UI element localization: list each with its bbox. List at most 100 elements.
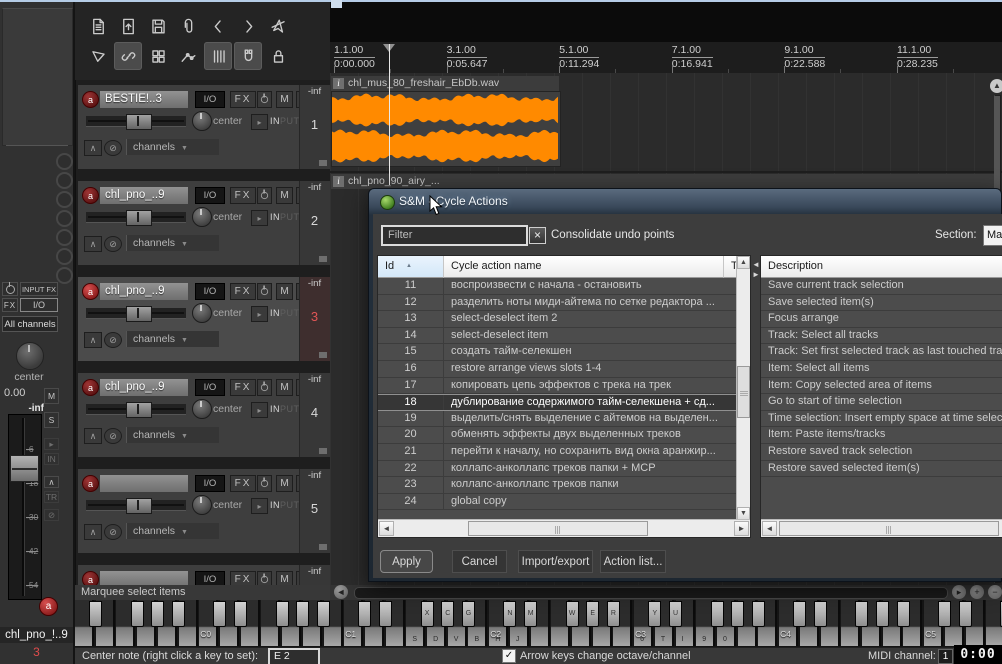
scroll-right-icon[interactable]: ►: [734, 521, 749, 536]
pane-splitter[interactable]: ◄►: [752, 260, 760, 290]
piano-key-black[interactable]: Y: [648, 601, 661, 627]
media-item-label[interactable]: ichl_pno_90_airy_...: [331, 174, 995, 189]
apply-button[interactable]: Apply: [380, 550, 433, 573]
mixer-power-button[interactable]: [2, 282, 18, 296]
midi-channel-value[interactable]: 1: [938, 649, 953, 664]
phase-icon[interactable]: ⊘: [104, 428, 122, 444]
channels-dropdown[interactable]: channels▼: [126, 139, 219, 155]
track-volume-slider[interactable]: [86, 500, 186, 511]
arrange-scroll-up-icon[interactable]: ▲: [990, 79, 1002, 93]
mixer-btn2-button[interactable]: ▸: [44, 438, 59, 450]
table-vertical-scrollbar[interactable]: ▲ ▼: [736, 256, 750, 520]
table-horizontal-scrollbar[interactable]: ◄ ►: [378, 519, 750, 537]
marquee-funnel-button[interactable]: [84, 42, 112, 70]
volume-slider-handle[interactable]: [126, 402, 152, 418]
piano-key-black[interactable]: [131, 601, 144, 627]
hscroll-thumb[interactable]: [468, 521, 648, 536]
mixer-in-button[interactable]: IN: [44, 453, 59, 465]
track-pan-knob[interactable]: [192, 207, 212, 227]
filter-input[interactable]: Filter: [381, 225, 528, 246]
piano-key-black[interactable]: U: [669, 601, 682, 627]
track-volume-slider[interactable]: [86, 116, 186, 127]
track-volume-slider[interactable]: [86, 404, 186, 415]
piano-key-black[interactable]: G: [462, 601, 475, 627]
piano-key-black[interactable]: [89, 601, 102, 627]
mixer-btn4-button[interactable]: ∧: [44, 476, 59, 488]
track-fx-power-button[interactable]: [257, 283, 272, 300]
piano-key-black[interactable]: M: [524, 601, 537, 627]
monitor-icon[interactable]: ▸: [251, 402, 268, 418]
action-row[interactable]: 20обменять эффекты двух выделенных треко…: [378, 427, 737, 444]
piano-key-black[interactable]: [172, 601, 185, 627]
channels-dropdown[interactable]: channels▼: [126, 427, 219, 443]
section-dropdown[interactable]: Ma: [983, 225, 1002, 246]
description-row[interactable]: Focus arrange: [761, 311, 1002, 328]
track-name[interactable]: [100, 475, 188, 492]
link-chain-button[interactable]: [114, 42, 142, 70]
track-fx-button[interactable]: FX: [230, 475, 256, 492]
mixer-channels-button[interactable]: All channels: [2, 316, 58, 332]
scroll-left-icon[interactable]: ◄: [334, 585, 348, 599]
track-pan-knob[interactable]: [192, 303, 212, 323]
track-volume-slider[interactable]: [86, 212, 186, 223]
mixer-fader-handle[interactable]: [10, 455, 39, 482]
monitor-icon[interactable]: ▸: [251, 114, 268, 130]
piano-key-black[interactable]: [731, 601, 744, 627]
mixer-tr-button[interactable]: TR: [44, 491, 59, 503]
mixer-pan-knob[interactable]: [16, 342, 44, 370]
fold-up-icon[interactable]: ∧: [84, 524, 102, 540]
track-io-button[interactable]: I/O: [195, 187, 225, 204]
action-list-button[interactable]: Action list...: [600, 550, 666, 573]
track-name[interactable]: [100, 571, 188, 585]
hscroll-thumb[interactable]: [779, 521, 999, 536]
track-panel-5[interactable]: aI/OFXMScenter▸INPUT∧⊘channels▼: [78, 469, 299, 553]
piano-key-black[interactable]: X: [421, 601, 434, 627]
monitor-icon[interactable]: ▸: [251, 306, 268, 322]
record-arm-icon[interactable]: a: [82, 283, 99, 300]
file-save-button[interactable]: [144, 12, 172, 40]
midi-horizontal-scrollbar[interactable]: [354, 587, 948, 599]
mixer-btn6-button[interactable]: ⊘: [44, 509, 59, 521]
piano-key-black[interactable]: [151, 601, 164, 627]
magnet-snap-button[interactable]: [234, 42, 262, 70]
scroll-left-icon[interactable]: ◄: [379, 521, 394, 536]
zoom-out-icon[interactable]: −: [988, 585, 1002, 599]
description-row[interactable]: Restore saved selected item(s): [761, 461, 1002, 478]
channels-dropdown[interactable]: channels▼: [126, 523, 219, 539]
action-row[interactable]: 18дублирование содержимого тайм-селекшен…: [378, 394, 737, 411]
cancel-button[interactable]: Cancel: [452, 550, 507, 573]
track-mute-button[interactable]: M: [276, 187, 293, 204]
piano-key-black[interactable]: [959, 601, 972, 627]
cursor-off-button[interactable]: [264, 12, 292, 40]
piano-key-black[interactable]: W: [566, 601, 579, 627]
piano-key-black[interactable]: E: [586, 601, 599, 627]
arrow-keys-checkbox[interactable]: ✓: [502, 649, 516, 663]
piano-key-black[interactable]: [938, 601, 951, 627]
action-row[interactable]: 21перейти к началу, но сохранить вид окн…: [378, 444, 737, 461]
piano-key-black[interactable]: [711, 601, 724, 627]
paperclip-button[interactable]: [174, 12, 202, 40]
channels-dropdown[interactable]: channels▼: [126, 331, 219, 347]
volume-slider-handle[interactable]: [126, 306, 152, 322]
piano-key-black[interactable]: [213, 601, 226, 627]
track-fx-button[interactable]: FX: [230, 91, 256, 108]
track-mute-button[interactable]: M: [276, 571, 293, 585]
track-mute-button[interactable]: M: [276, 475, 293, 492]
volume-slider-handle[interactable]: [126, 210, 152, 226]
file-new-button[interactable]: [84, 12, 112, 40]
volume-slider-handle[interactable]: [126, 114, 152, 130]
envelope-point-button[interactable]: [174, 42, 202, 70]
piano-key-black[interactable]: [296, 601, 309, 627]
track-pan-knob[interactable]: [192, 495, 212, 515]
phase-icon[interactable]: ⊘: [104, 140, 122, 156]
chevron-left-button[interactable]: [204, 12, 232, 40]
piano-key-black[interactable]: [379, 601, 392, 627]
track-name[interactable]: chl_pno_..9: [100, 187, 188, 204]
track-pan-knob[interactable]: [192, 111, 212, 131]
piano-key-black[interactable]: C: [441, 601, 454, 627]
center-note-input[interactable]: E 2: [268, 648, 320, 664]
table-horizontal-scrollbar[interactable]: ◄: [761, 519, 1002, 537]
track-fx-button[interactable]: FX: [230, 283, 256, 300]
piano-key-black[interactable]: [234, 601, 247, 627]
timeline-ruler[interactable]: 1.1.000:00.0003.1.000:05.6475.1.000:11.2…: [330, 42, 1002, 74]
